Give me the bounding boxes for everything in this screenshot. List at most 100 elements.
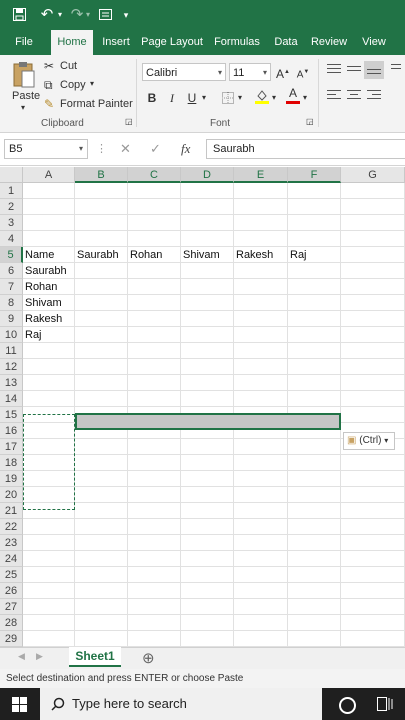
next-sheet-icon[interactable]: ▶ [36, 651, 43, 662]
row-header-8[interactable]: 8 [0, 295, 23, 311]
cell-a5[interactable]: Name [23, 247, 74, 263]
windows-start-icon[interactable] [12, 697, 27, 712]
column-header-a[interactable]: A [23, 167, 75, 183]
copy-button[interactable]: ⧉ Copy ▾ [44, 77, 114, 94]
row-header-7[interactable]: 7 [0, 279, 23, 295]
italic-button[interactable]: I [162, 88, 182, 108]
select-all-button[interactable] [0, 167, 23, 183]
underline-button[interactable]: U [182, 88, 202, 108]
cortana-icon[interactable] [339, 697, 356, 714]
bottom-align-icon[interactable] [364, 61, 384, 79]
column-header-c[interactable]: C [128, 167, 181, 183]
row-header-2[interactable]: 2 [0, 199, 23, 215]
row-header-28[interactable]: 28 [0, 615, 23, 631]
row-header-20[interactable]: 20 [0, 487, 23, 503]
row-header-1[interactable]: 1 [0, 183, 23, 199]
add-sheet-icon[interactable]: ⊕ [142, 649, 155, 667]
middle-align-icon[interactable] [344, 61, 364, 79]
row-header-23[interactable]: 23 [0, 535, 23, 551]
wrap-text-icon[interactable] [388, 61, 404, 79]
row-header-25[interactable]: 25 [0, 567, 23, 583]
row-header-6[interactable]: 6 [0, 263, 23, 279]
tab-view[interactable]: View [356, 30, 392, 55]
row-header-17[interactable]: 17 [0, 439, 23, 455]
paste-dropdown-icon[interactable]: ▾ [21, 103, 25, 112]
row-header-24[interactable]: 24 [0, 551, 23, 567]
customize-arrow-icon[interactable]: ▾ [120, 0, 132, 30]
tab-review[interactable]: Review [307, 30, 351, 55]
row-header-12[interactable]: 12 [0, 359, 23, 375]
row-header-15[interactable]: 15 [0, 407, 23, 423]
row-header-21[interactable]: 21 [0, 503, 23, 519]
font-name-select[interactable]: Calibri ▾ [142, 63, 226, 81]
cut-button[interactable]: ✂ Cut [44, 58, 114, 75]
row-header-3[interactable]: 3 [0, 215, 23, 231]
paste-button[interactable]: Paste ▾ [6, 59, 42, 117]
save-icon[interactable] [8, 0, 30, 30]
column-header-e[interactable]: E [234, 167, 288, 183]
align-center-icon[interactable] [344, 87, 364, 105]
row-header-27[interactable]: 27 [0, 599, 23, 615]
align-left-icon[interactable] [324, 87, 344, 105]
increase-font-size-button[interactable]: A▲ [273, 62, 293, 82]
borders-icon[interactable] [218, 88, 238, 108]
row-header-19[interactable]: 19 [0, 471, 23, 487]
font-launcher-icon[interactable]: ◲ [306, 117, 314, 126]
tab-home[interactable]: Home [51, 30, 93, 55]
font-color-button[interactable]: A [283, 86, 303, 106]
row-header-16[interactable]: 16 [0, 423, 23, 439]
row-header-26[interactable]: 26 [0, 583, 23, 599]
paste-options-button[interactable]: ▣ (Ctrl) ▾ [343, 432, 395, 450]
enter-icon[interactable]: ✓ [150, 141, 161, 157]
tab-data[interactable]: Data [270, 30, 302, 55]
bold-button[interactable]: B [142, 88, 162, 108]
redo-dropdown-icon[interactable]: ▾ [84, 0, 92, 30]
font-size-select[interactable]: 11 ▾ [229, 63, 271, 81]
row-header-10[interactable]: 10 [0, 327, 23, 343]
column-header-d[interactable]: D [181, 167, 234, 183]
cell-a8[interactable]: Shivam [23, 295, 74, 311]
cell-e5[interactable]: Rakesh [234, 247, 287, 263]
row-header-22[interactable]: 22 [0, 519, 23, 535]
top-align-icon[interactable] [324, 61, 344, 79]
insert-function-icon[interactable]: fx [181, 141, 190, 157]
row-header-5[interactable]: 5 [0, 247, 23, 263]
tab-page-layout[interactable]: Page Layout [140, 30, 204, 55]
cell-f5[interactable]: Raj [288, 247, 340, 263]
sheet-tab-sheet1[interactable]: Sheet1 [69, 647, 121, 667]
cell-a6[interactable]: Saurabh [23, 263, 74, 279]
tab-file[interactable]: File [8, 30, 40, 55]
cell-a7[interactable]: Rohan [23, 279, 74, 295]
column-header-f[interactable]: F [288, 167, 341, 183]
cell-d5[interactable]: Shivam [181, 247, 233, 263]
row-header-9[interactable]: 9 [0, 311, 23, 327]
row-header-4[interactable]: 4 [0, 231, 23, 247]
underline-dropdown-icon[interactable]: ▾ [202, 93, 206, 102]
format-painter-button[interactable]: ✎ Format Painter [44, 96, 133, 113]
prev-sheet-icon[interactable]: ◀ [18, 651, 25, 662]
worksheet-grid[interactable]: ABCDEFG 1 2 3 4 5 6 7 8 9 10 11 12 13 14 15 16 17 18 19 20 2… [0, 167, 405, 647]
cell-c5[interactable]: Rohan [128, 247, 180, 263]
tab-formulas[interactable]: Formulas [210, 30, 264, 55]
row-header-11[interactable]: 11 [0, 343, 23, 359]
row-header-14[interactable]: 14 [0, 391, 23, 407]
decrease-font-size-button[interactable]: A▼ [293, 62, 313, 82]
font-color-dropdown-icon[interactable]: ▾ [303, 93, 307, 102]
cell-b5[interactable]: Saurabh [75, 247, 127, 263]
column-header-g[interactable]: G [341, 167, 405, 183]
cell-a9[interactable]: Rakesh [23, 311, 74, 327]
align-right-icon[interactable] [364, 87, 384, 105]
undo-icon[interactable]: ↶ [36, 0, 58, 30]
tab-insert[interactable]: Insert [97, 30, 135, 55]
row-header-29[interactable]: 29 [0, 631, 23, 647]
undo-dropdown-icon[interactable]: ▾ [56, 0, 64, 30]
formula-input[interactable]: Saurabh [206, 139, 405, 159]
borders-dropdown-icon[interactable]: ▾ [238, 93, 242, 102]
taskbar-search-box[interactable]: Type here to search [40, 688, 322, 720]
copy-dropdown-icon[interactable]: ▾ [90, 79, 94, 88]
row-header-13[interactable]: 13 [0, 375, 23, 391]
row-header-18[interactable]: 18 [0, 455, 23, 471]
column-header-b[interactable]: B [75, 167, 128, 183]
task-view-icon[interactable] [377, 697, 393, 711]
cell-a10[interactable]: Raj [23, 327, 74, 343]
